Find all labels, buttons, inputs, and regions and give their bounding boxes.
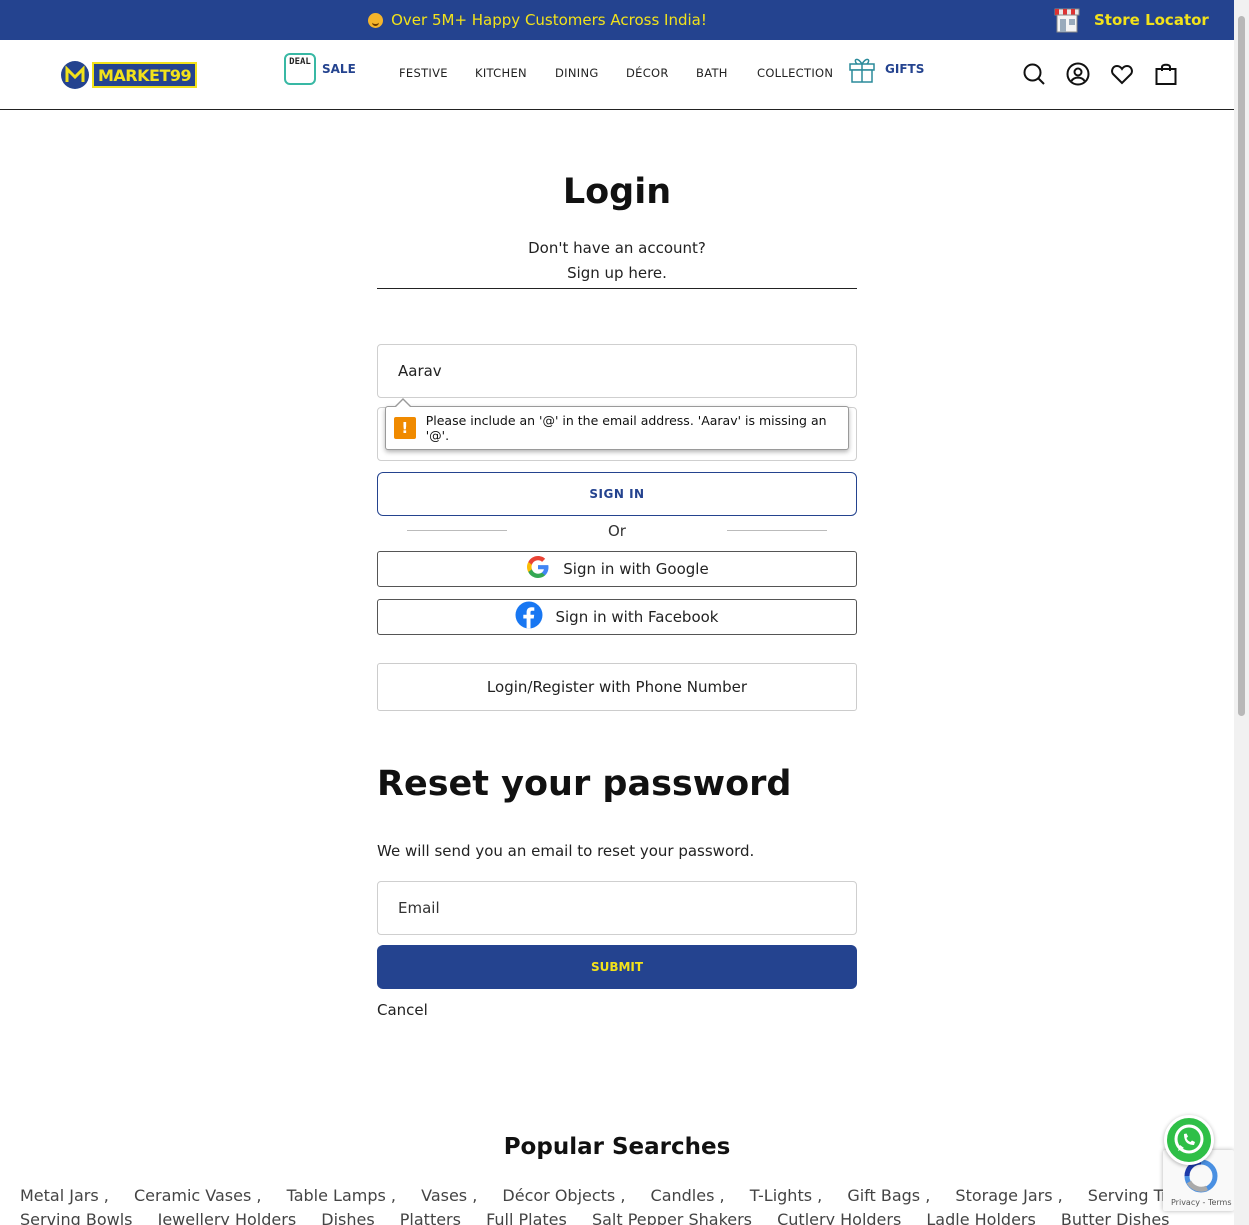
logo[interactable]: MARKET99 bbox=[60, 60, 198, 90]
popular-searches-title: Popular Searches bbox=[503, 1134, 731, 1160]
popular-search-link[interactable]: Ladle Holders bbox=[926, 1210, 1035, 1225]
nav-item-gifts[interactable]: GIFTS bbox=[847, 54, 924, 84]
market99-logo-icon bbox=[60, 60, 90, 90]
popular-search-link[interactable]: Metal Jars , bbox=[20, 1186, 109, 1205]
popular-search-link[interactable]: Jewellery Holders bbox=[158, 1210, 297, 1225]
validation-tooltip: ! Please include an '@' in the email add… bbox=[385, 398, 849, 450]
google-signin-label: Sign in with Google bbox=[563, 560, 709, 578]
submit-button[interactable]: SUBMIT bbox=[377, 945, 857, 989]
store-locator-link[interactable]: Store Locator bbox=[1052, 5, 1209, 35]
wishlist-icon[interactable] bbox=[1110, 62, 1134, 86]
store-locator-label: Store Locator bbox=[1094, 11, 1209, 29]
signup-line-2: Sign up here. bbox=[567, 264, 667, 282]
popular-search-link[interactable]: Vases , bbox=[421, 1186, 477, 1205]
announcement: Over 5M+ Happy Customers Across India! bbox=[0, 0, 1075, 40]
popular-search-link[interactable]: Salt Pepper Shakers bbox=[592, 1210, 752, 1225]
facebook-icon bbox=[515, 601, 543, 633]
account-icon[interactable] bbox=[1066, 62, 1090, 86]
nav-item-kitchen[interactable]: KITCHEN bbox=[475, 66, 527, 80]
or-label: Or bbox=[608, 522, 626, 540]
nav-item-dining[interactable]: DINING bbox=[555, 66, 599, 80]
login-title: Login bbox=[562, 172, 672, 212]
signup-line-1: Don't have an account? bbox=[528, 239, 706, 257]
validation-message: Please include an '@' in the email addre… bbox=[425, 413, 827, 443]
page-scrollbar[interactable] bbox=[1234, 0, 1249, 1225]
gift-icon bbox=[847, 54, 877, 84]
popular-search-link[interactable]: Cutlery Holders bbox=[777, 1210, 901, 1225]
popular-search-link[interactable]: Platters bbox=[400, 1210, 461, 1225]
nav-item-bath[interactable]: BATH bbox=[696, 66, 728, 80]
popular-search-link[interactable]: Storage Jars , bbox=[955, 1186, 1062, 1205]
reset-title: Reset your password bbox=[377, 764, 792, 804]
popular-search-link[interactable]: Serving Bowls bbox=[20, 1210, 133, 1225]
divider-line-right bbox=[727, 530, 827, 531]
nav-item-decor[interactable]: DÉCOR bbox=[626, 66, 669, 80]
email-input[interactable] bbox=[378, 345, 856, 397]
scrollbar-thumb[interactable] bbox=[1238, 16, 1245, 716]
nav-item-collection[interactable]: COLLECTION bbox=[757, 66, 833, 80]
nav-gifts-label: GIFTS bbox=[885, 62, 925, 76]
google-icon bbox=[525, 554, 551, 584]
popular-searches-row-2: Serving Bowls Jewellery Holders Dishes P… bbox=[20, 1210, 1190, 1225]
popular-search-link[interactable]: Décor Objects , bbox=[502, 1186, 625, 1205]
cancel-link[interactable]: Cancel bbox=[377, 1001, 428, 1019]
reset-email-input[interactable] bbox=[378, 882, 856, 934]
sign-in-button[interactable]: SIGN IN bbox=[377, 472, 857, 516]
popular-searches-row-1: Metal Jars , Ceramic Vases , Table Lamps… bbox=[20, 1186, 1225, 1205]
reset-description: We will send you an email to reset your … bbox=[377, 842, 755, 860]
recaptcha-label: Privacy - Terms bbox=[1171, 1198, 1232, 1207]
email-field[interactable] bbox=[377, 344, 857, 398]
popular-search-link[interactable]: Full Plates bbox=[486, 1210, 567, 1225]
popular-search-link[interactable]: Ceramic Vases , bbox=[134, 1186, 262, 1205]
logo-text: MARKET99 bbox=[92, 62, 198, 88]
popular-search-link[interactable]: Gift Bags , bbox=[847, 1186, 930, 1205]
header-icons bbox=[1022, 62, 1178, 86]
phone-login-button[interactable]: Login/Register with Phone Number bbox=[377, 663, 857, 711]
search-icon[interactable] bbox=[1022, 62, 1046, 86]
facebook-signin-label: Sign in with Facebook bbox=[555, 608, 719, 626]
nav-item-festive[interactable]: FESTIVE bbox=[399, 66, 448, 80]
whatsapp-chat-button[interactable] bbox=[1164, 1115, 1214, 1165]
nav-sale-label: SALE bbox=[322, 62, 356, 76]
popular-search-link[interactable]: Table Lamps , bbox=[287, 1186, 396, 1205]
popular-search-link[interactable]: Butter Dishes bbox=[1061, 1210, 1170, 1225]
signup-link[interactable]: Don't have an account? Sign up here. bbox=[377, 236, 857, 289]
warning-icon: ! bbox=[394, 417, 416, 439]
announcement-bar: Over 5M+ Happy Customers Across India! S… bbox=[0, 0, 1234, 40]
site-header: MARKET99 DEAL SALE FESTIVE KITCHEN DININ… bbox=[0, 40, 1234, 110]
facebook-signin-button[interactable]: Sign in with Facebook bbox=[377, 599, 857, 635]
popular-search-link[interactable]: Dishes bbox=[321, 1210, 374, 1225]
smile-emoji-icon bbox=[368, 12, 384, 28]
google-signin-button[interactable]: Sign in with Google bbox=[377, 551, 857, 587]
announcement-text: Over 5M+ Happy Customers Across India! bbox=[391, 11, 707, 29]
reset-email-field[interactable] bbox=[377, 881, 857, 935]
whatsapp-icon bbox=[1174, 1124, 1204, 1154]
divider-line-left bbox=[407, 530, 507, 531]
cart-icon[interactable] bbox=[1154, 62, 1178, 86]
popular-search-link[interactable]: T-Lights , bbox=[750, 1186, 823, 1205]
popular-search-link[interactable]: Candles , bbox=[651, 1186, 725, 1205]
or-divider: Or bbox=[377, 522, 857, 542]
deal-badge-icon: DEAL bbox=[284, 53, 316, 85]
store-icon bbox=[1052, 5, 1082, 35]
nav-item-sale[interactable]: DEAL SALE bbox=[284, 53, 356, 85]
